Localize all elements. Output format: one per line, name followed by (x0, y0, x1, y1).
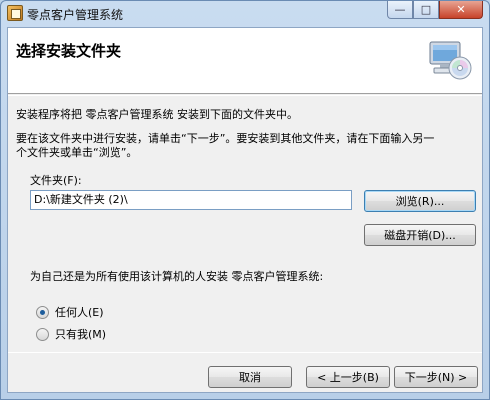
window-controls: — □ ✕ (387, 1, 483, 19)
maximize-button[interactable]: □ (413, 1, 439, 19)
radio-just-me[interactable]: 只有我(M) (36, 326, 106, 342)
header-divider (8, 95, 482, 96)
radio-everyone-indicator[interactable] (36, 305, 49, 319)
window-title: 零点客户管理系统 (27, 8, 124, 22)
installer-window: 零点客户管理系统 — □ ✕ 选择安装文件夹 安装程序将把 零点客户管理系统 安… (0, 0, 490, 400)
instruction-text-2: 个文件夹或单击“浏览”。 (16, 146, 138, 159)
instruction-text-1: 要在该文件夹中进行安装，请单击“下一步”。要安装到其他文件夹，请在下面输入另一 (16, 132, 435, 145)
browse-button[interactable]: 浏览(R)... (364, 190, 476, 212)
header-band: 选择安装文件夹 (8, 28, 482, 94)
disk-cost-button[interactable]: 磁盘开销(D)... (364, 224, 476, 246)
wizard-content: 选择安装文件夹 安装程序将把 零点客户管理系统 安装到下面的文件夹中。 要在该文… (7, 27, 483, 393)
minimize-button[interactable]: — (387, 1, 413, 19)
radio-everyone-label: 任何人(E) (55, 306, 104, 319)
radio-just-me-indicator[interactable] (36, 327, 49, 341)
page-title: 选择安装文件夹 (16, 42, 122, 60)
footer-divider (8, 352, 482, 353)
folder-label: 文件夹(F): (30, 174, 82, 187)
app-icon (7, 5, 23, 21)
next-button[interactable]: 下一步(N) > (394, 366, 478, 388)
folder-path-input[interactable]: D:\新建文件夹 (2)\ (30, 190, 352, 210)
cancel-button[interactable]: 取消 (208, 366, 292, 388)
title-bar[interactable]: 零点客户管理系统 — □ ✕ (1, 1, 489, 25)
radio-everyone[interactable]: 任何人(E) (36, 304, 104, 320)
back-button[interactable]: < 上一步(B) (306, 366, 390, 388)
intro-text: 安装程序将把 零点客户管理系统 安装到下面的文件夹中。 (16, 108, 298, 121)
computer-with-cd-icon (429, 41, 472, 80)
install-for-question: 为自己还是为所有使用该计算机的人安装 零点客户管理系统: (30, 270, 324, 283)
close-button[interactable]: ✕ (439, 1, 483, 19)
radio-just-me-label: 只有我(M) (55, 328, 107, 341)
